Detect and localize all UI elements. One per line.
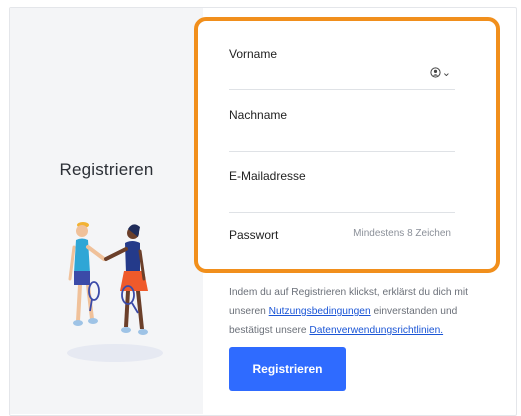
register-button[interactable]: Registrieren (229, 347, 346, 391)
email-label: E-Mailadresse (229, 169, 306, 183)
last-name-label: Nachname (229, 108, 288, 122)
terms-text: Indem du auf Registrieren klickst, erklä… (229, 283, 469, 340)
chevron-down-icon: ⌄ (441, 67, 451, 79)
last-name-underline (229, 151, 455, 152)
tennis-players-illustration (67, 222, 163, 362)
first-name-label: Vorname (229, 47, 278, 61)
first-name-underline (229, 89, 455, 90)
password-hint: Mindestens 8 Zeichen (353, 228, 451, 239)
terms-of-use-link[interactable]: Nutzungsbedingungen (269, 306, 371, 317)
password-field[interactable]: Passwort Mindestens 8 Zeichen (229, 224, 455, 254)
contact-card-icon[interactable]: ⌄ (430, 66, 451, 79)
password-label: Passwort (229, 228, 279, 242)
email-field[interactable]: E-Mailadresse (229, 166, 455, 214)
last-name-field[interactable]: Nachname (229, 105, 455, 153)
first-name-field[interactable]: Vorname ⌄ (229, 44, 455, 92)
data-policy-link[interactable]: Datenverwendungsrichtlinien. (309, 325, 443, 336)
page-title: Registrieren (59, 160, 154, 179)
email-underline (229, 212, 455, 213)
